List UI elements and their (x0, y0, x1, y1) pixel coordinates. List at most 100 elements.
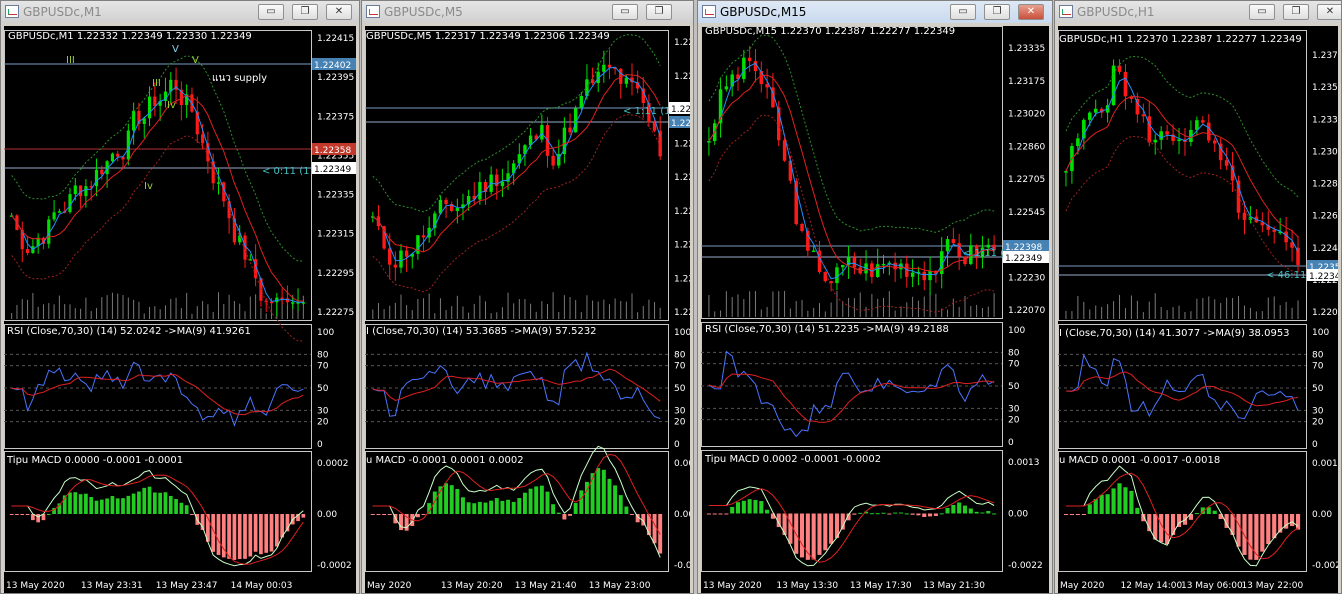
ma-slow-line (1065, 95, 1299, 238)
macd-bar-down (25, 514, 30, 515)
macd-bar-up (84, 493, 88, 514)
chart-canvas[interactable]: 1.2241.2231.2231.2231.2221.2221.2221.221… (365, 26, 690, 593)
price-axis-label: 1.23505 (1312, 83, 1338, 93)
chart-window-gbpusd-m1[interactable]: GBPUSDc,M1 ▭ ❐ ✕ 1.22415 1.22395 1.22375 1.… (0, 0, 360, 594)
bull-candle (73, 185, 77, 195)
chart-plot[interactable]: 1.23335 1.23175 1.23020 1.22860 1.22705 1.225… (701, 26, 1049, 593)
countdown-label: < 0:11 (1 (262, 166, 309, 177)
window-titlebar[interactable]: GBPUSDc,M15 ▭ ❐ ✕ (698, 1, 1052, 23)
bull-candle (742, 57, 746, 80)
bear-candle (782, 140, 787, 161)
bear-candle (1224, 160, 1229, 166)
macd-bar-up (618, 495, 623, 514)
price-axis-label: 1.22705 (1008, 175, 1045, 185)
close-button[interactable]: ✕ (1018, 4, 1044, 20)
macd-bar-up (1123, 487, 1128, 514)
macd-bar-up (500, 500, 505, 514)
chart-window-icon (5, 5, 19, 18)
time-axis-label: 14 May 00:03 (231, 581, 293, 591)
chart-canvas[interactable]: 1.23335 1.23175 1.23020 1.22860 1.22705 1.225… (701, 26, 1049, 593)
envelope-upper (372, 34, 661, 213)
price-axis-label: 1.223 (674, 139, 690, 149)
minimize-button[interactable]: ▭ (950, 4, 976, 20)
bear-candle (551, 155, 555, 166)
rsi-axis-label: 50 (674, 384, 686, 394)
price-tag-label: 1.22349 (1005, 254, 1042, 264)
restore-button[interactable]: ❐ (646, 4, 672, 20)
macd-bar-up (601, 469, 606, 514)
macd-bar-up (163, 492, 168, 514)
chart-plot[interactable]: 1.23710 1.23505 1.23300 1.23095 1.22885 1.226… (1058, 26, 1338, 593)
bull-candle (291, 302, 295, 304)
restore-button[interactable]: ❐ (292, 4, 318, 20)
macd-bar-down (20, 514, 25, 515)
bull-candle (945, 239, 950, 252)
rsi-axis-label: 50 (1312, 384, 1324, 394)
minimize-button[interactable]: ▭ (1249, 4, 1275, 20)
macd-axis-label: 0.0013 (1008, 458, 1040, 468)
bull-candle (68, 194, 72, 212)
bear-candle (922, 271, 926, 281)
close-button[interactable]: ✕ (326, 4, 352, 20)
envelope-lower (708, 114, 995, 313)
chart-window-gbpusd-h1[interactable]: GBPUSDc,H1 ▭ ❐ ✕ 1.237101.235051.233001.… (1054, 0, 1342, 594)
macd-axis-label: 0.00 (1312, 510, 1332, 520)
macd-bar-down (922, 513, 927, 517)
bear-candle (957, 243, 961, 257)
macd-bar-up (573, 503, 578, 514)
rsi-axis-label: 70 (1312, 362, 1324, 372)
macd-bar-down (1170, 514, 1176, 535)
chart-canvas[interactable]: 1.23710 1.23505 1.23300 1.23095 1.22885 1.226… (1058, 26, 1338, 593)
macd-bar-down (274, 514, 279, 547)
wave-annotation: Iv (144, 181, 153, 192)
macd-bar-down (823, 513, 828, 551)
close-button[interactable]: ✕ (1317, 4, 1341, 20)
window-titlebar[interactable]: GBPUSDc,M1 ▭ ❐ ✕ (1, 1, 359, 23)
time-axis-label: 13 May 21:30 (923, 581, 985, 591)
bear-candle (852, 257, 857, 268)
macd-bar-up (945, 507, 950, 514)
price-axis-label: 1.23335 (1008, 44, 1045, 54)
macd-bar-down (237, 514, 242, 560)
minimize-button[interactable]: ▭ (612, 4, 638, 20)
macd-bar-down (1081, 514, 1086, 515)
price-axis-label: 1.22335 (317, 191, 354, 201)
macd-bar-down (788, 513, 793, 544)
macd-bar-down (916, 513, 921, 516)
price-axis-label: 1.22375 (317, 112, 354, 122)
minimize-button[interactable]: ▭ (258, 4, 284, 20)
time-axis-label: 13 May 13:30 (776, 581, 838, 591)
bear-candle (823, 272, 828, 282)
panel-border (365, 324, 669, 449)
bull-candle (52, 212, 56, 220)
rsi-axis-label: 20 (674, 418, 686, 428)
bull-candle (455, 207, 460, 212)
macd-bar-down (190, 514, 194, 515)
window-titlebar[interactable]: GBPUSDc,M5 ▭ ❐ (362, 1, 693, 23)
chart-window-gbpusd-m15[interactable]: GBPUSDc,M15 ▭ ❐ ✕ 1.23335 1.23175 1.23020 1… (697, 0, 1053, 594)
time-axis-label: 13 May 2020 (703, 581, 762, 591)
chart-canvas[interactable]: 1.22415 1.22395 1.22375 1.22355 1.22335 1.223… (4, 26, 356, 593)
macd-bar-up (962, 505, 968, 514)
chart-window-gbpusd-m5[interactable]: GBPUSDc,M5 ▭ ❐ 1.2241.2231.2231.2231.222… (361, 0, 694, 594)
window-titlebar[interactable]: GBPUSDc,H1 ▭ ❐ ✕ (1055, 1, 1341, 23)
macd-bar-up (78, 494, 83, 514)
restore-button[interactable]: ❐ (984, 4, 1010, 20)
macd-bar-down (253, 514, 258, 552)
macd-bar-up (506, 499, 511, 514)
macd-signal-line (372, 453, 661, 535)
envelope-lower (11, 134, 304, 342)
chart-plot[interactable]: 1.2241.2231.2231.2231.2221.2221.2221.221… (365, 26, 690, 593)
macd-bar-up (115, 498, 120, 514)
macd-bar-up (1099, 494, 1104, 514)
price-axis-label: 1.221 (674, 308, 690, 318)
rsi-axis-label: 70 (674, 362, 686, 372)
chart-plot[interactable]: 1.224151.223951.223751.223551.223351.223… (4, 26, 356, 593)
rsi-line (11, 361, 304, 427)
rsi-line (372, 351, 661, 420)
macd-bar-up (137, 491, 141, 514)
rsi-axis-label: 20 (1312, 418, 1324, 428)
price-axis-label: 1.23710 (1312, 51, 1338, 61)
rsi-axis-label: 30 (1312, 406, 1324, 416)
restore-button[interactable]: ❐ (1283, 4, 1309, 20)
